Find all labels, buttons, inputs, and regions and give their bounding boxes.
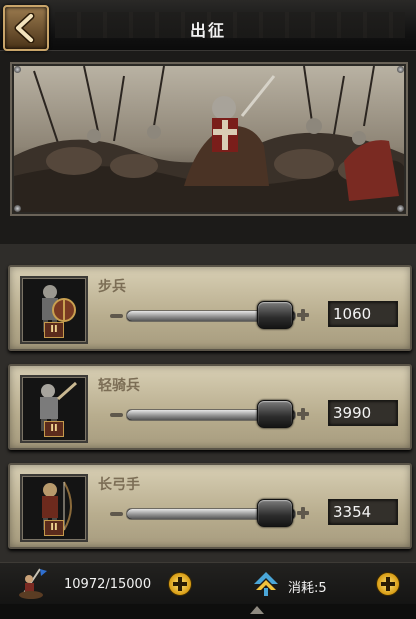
light-cavalry-portrait: II bbox=[20, 375, 88, 443]
unit-count[interactable]: 3354 bbox=[328, 499, 398, 525]
marching-army-icon bbox=[254, 572, 278, 596]
unit-name: 轻骑兵 bbox=[98, 378, 140, 394]
unit-card-infantry: II 步兵 1060 bbox=[8, 265, 412, 351]
slider-thumb[interactable] bbox=[256, 301, 293, 329]
unit-name: 步兵 bbox=[98, 279, 126, 295]
top-bar: 出征 bbox=[0, 0, 416, 51]
infantry-portrait: II bbox=[20, 276, 88, 344]
slider-thumb[interactable] bbox=[256, 499, 293, 527]
unit-count[interactable]: 3990 bbox=[328, 400, 398, 426]
increase-button[interactable] bbox=[296, 407, 310, 421]
count-slider[interactable] bbox=[126, 301, 296, 329]
add-consume-button[interactable] bbox=[376, 572, 400, 596]
unit-card-light-cavalry: II 轻骑兵 3990 bbox=[8, 364, 412, 450]
battle-banner bbox=[10, 62, 408, 216]
add-troops-button[interactable] bbox=[168, 572, 192, 596]
rank-badge: II bbox=[44, 520, 64, 536]
page-title: 出征 bbox=[189, 21, 226, 40]
increase-button[interactable] bbox=[296, 308, 310, 322]
longbowman-portrait: II bbox=[20, 474, 88, 542]
slider-fill bbox=[127, 509, 275, 519]
rivet bbox=[397, 66, 404, 73]
slider-thumb[interactable] bbox=[256, 400, 293, 428]
count-slider[interactable] bbox=[126, 499, 296, 527]
count-slider[interactable] bbox=[126, 400, 296, 428]
rank-badge: II bbox=[44, 322, 64, 338]
increase-button[interactable] bbox=[296, 506, 310, 520]
footer-strip bbox=[0, 604, 416, 619]
unit-count[interactable]: 1060 bbox=[328, 301, 398, 327]
battle-illustration bbox=[14, 66, 404, 212]
rivet bbox=[397, 205, 404, 212]
unit-name: 长弓手 bbox=[98, 477, 140, 493]
rivet bbox=[14, 205, 21, 212]
decrease-button[interactable] bbox=[110, 512, 123, 516]
slider-fill bbox=[127, 410, 275, 420]
unit-card-longbowman: II 长弓手 3354 bbox=[8, 463, 412, 549]
slider-fill bbox=[127, 311, 275, 321]
rank-badge: II bbox=[44, 421, 64, 437]
expand-arrow-icon[interactable] bbox=[250, 606, 264, 614]
troop-capacity: 10972/15000 bbox=[64, 577, 152, 592]
bottom-bar: 10972/15000 消耗:5 bbox=[0, 562, 416, 605]
soldier-icon bbox=[19, 568, 47, 599]
decrease-button[interactable] bbox=[110, 413, 123, 417]
consume-label: 消耗:5 bbox=[288, 581, 327, 596]
rivet bbox=[14, 66, 21, 73]
decrease-button[interactable] bbox=[110, 314, 123, 318]
